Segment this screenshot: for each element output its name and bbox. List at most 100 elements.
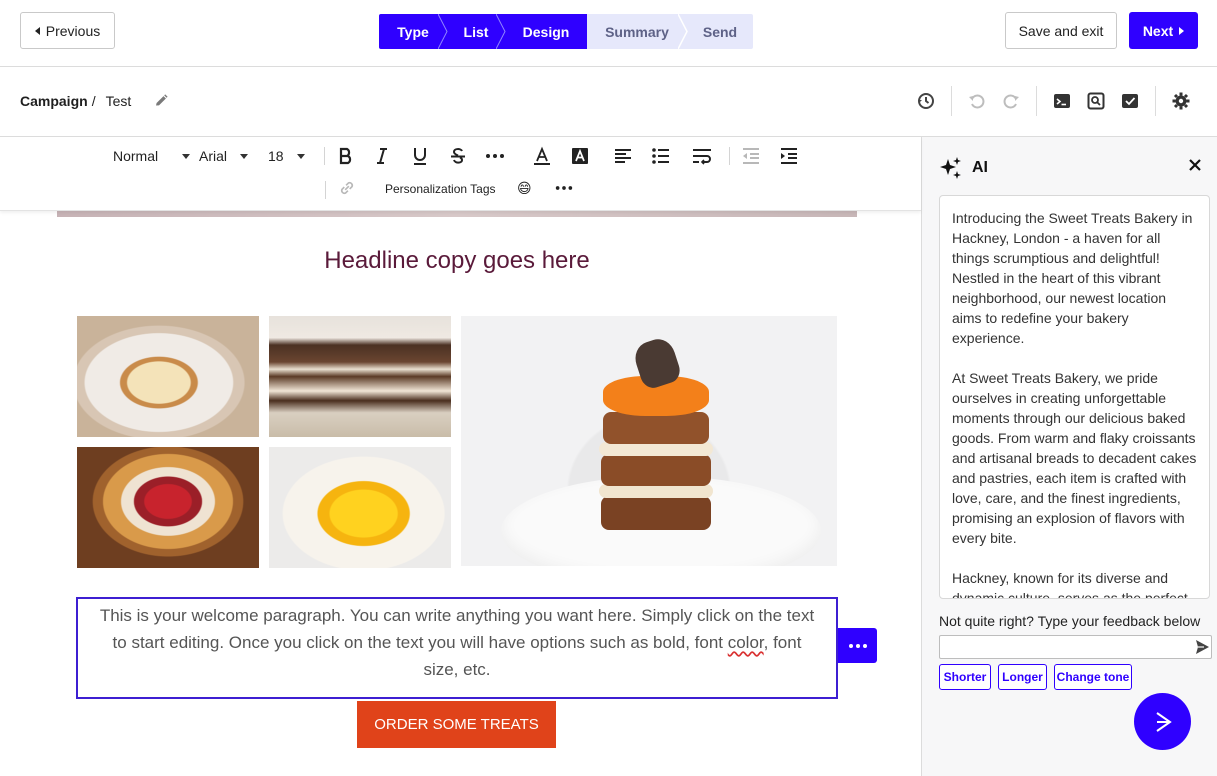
ai-feedback-section: Not quite right? Type your feedback belo…	[922, 600, 1217, 776]
rich-text-toolbar: Normal Arial 18 Personalization Tags 😄	[0, 137, 921, 211]
step-label: Summary	[605, 23, 669, 40]
image-lemon-tart[interactable]	[269, 447, 451, 568]
step-label: Type	[397, 23, 429, 40]
step-label: List	[463, 23, 489, 40]
welcome-paragraph-block[interactable]: This is your welcome paragraph. You can …	[76, 597, 838, 699]
close-icon[interactable]	[1187, 157, 1203, 173]
italic-icon[interactable]	[371, 145, 393, 167]
campaign-header-bar: Campaign / Test	[0, 67, 1217, 137]
chevron-down-icon	[182, 153, 191, 159]
bold-icon[interactable]	[335, 145, 357, 167]
email-headline[interactable]: Headline copy goes here	[57, 247, 857, 275]
misspelled-word: color	[727, 633, 764, 652]
progress-steps: Type List Design Summary Send	[379, 14, 753, 49]
arrow-right-icon	[1155, 711, 1172, 732]
image-pound-cake[interactable]	[77, 316, 259, 437]
step-label: Send	[702, 23, 738, 40]
personalization-tags-button[interactable]: Personalization Tags	[385, 182, 496, 196]
top-navigation-bar: Previous Type List Design Summary Send S…	[0, 0, 1217, 67]
toolbar-divider	[1036, 86, 1037, 116]
underline-icon[interactable]	[409, 145, 431, 167]
indent-icon[interactable]	[778, 145, 800, 167]
image-layer-cake[interactable]	[269, 316, 451, 437]
font-family-select[interactable]: Arial	[199, 148, 249, 164]
ai-panel-title: AI	[972, 159, 988, 176]
toolbar-divider	[325, 181, 326, 199]
cake-layer-shape	[603, 412, 709, 444]
breadcrumb: Campaign / Test	[20, 93, 169, 109]
block-style-select[interactable]: Normal	[113, 148, 191, 164]
block-style-value: Normal	[113, 148, 159, 164]
history-icon[interactable]	[916, 91, 936, 111]
more-options-icon[interactable]	[554, 178, 574, 198]
gear-icon[interactable]	[1171, 91, 1191, 111]
cake-layer-shape	[601, 496, 711, 530]
toolbar-divider	[324, 147, 325, 165]
redo-icon[interactable]	[1001, 91, 1021, 111]
step-separator-icon	[496, 14, 506, 49]
step-type[interactable]: Type	[379, 14, 448, 49]
undo-icon[interactable]	[967, 91, 987, 111]
next-button[interactable]: Next	[1129, 12, 1198, 49]
ai-panel-header: AI	[938, 155, 988, 181]
feedback-label: Not quite right? Type your feedback belo…	[939, 613, 1201, 629]
toolbar-divider	[729, 147, 730, 165]
toolbar-divider	[951, 86, 952, 116]
font-family-value: Arial	[199, 148, 228, 164]
chevron-down-icon	[296, 153, 305, 159]
send-icon[interactable]	[1194, 638, 1210, 656]
previous-button[interactable]: Previous	[20, 12, 115, 49]
ai-assistant-panel: AI Introducing the Sweet Treats Bakery i…	[921, 137, 1217, 776]
bulleted-list-icon[interactable]	[650, 145, 672, 167]
feedback-input[interactable]	[939, 635, 1212, 659]
code-terminal-icon[interactable]	[1052, 91, 1072, 111]
breadcrumb-root[interactable]: Campaign	[20, 93, 88, 109]
image-berry-tart[interactable]	[77, 447, 259, 568]
step-send[interactable]: Send	[687, 14, 753, 49]
previous-button-label: Previous	[45, 22, 101, 39]
image-layered-dessert[interactable]	[461, 316, 837, 566]
toolbar-divider	[1155, 86, 1156, 116]
caret-right-icon	[1179, 26, 1185, 35]
cream-layer-shape	[599, 484, 713, 498]
link-icon[interactable]	[337, 178, 357, 198]
breadcrumb-separator: /	[91, 93, 96, 109]
more-dot-icon	[855, 643, 860, 648]
step-summary[interactable]: Summary	[587, 14, 688, 49]
ai-generated-text[interactable]: Introducing the Sweet Treats Bakery in H…	[939, 195, 1210, 599]
font-size-value: 18	[268, 148, 284, 164]
cake-layer-shape	[601, 454, 711, 486]
outdent-icon[interactable]	[740, 145, 762, 167]
test-email-check-icon[interactable]	[1120, 91, 1140, 111]
ai-generate-button[interactable]	[1134, 693, 1191, 750]
chevron-down-icon	[240, 153, 249, 159]
change-tone-button[interactable]: Change tone	[1054, 664, 1132, 690]
step-design[interactable]: Design	[505, 14, 587, 49]
save-and-exit-button[interactable]: Save and exit	[1005, 12, 1117, 49]
emoji-picker-icon[interactable]: 😄	[517, 180, 532, 197]
highlight-color-icon[interactable]	[569, 145, 591, 167]
ai-paragraph: At Sweet Treats Bakery, we pride ourselv…	[952, 370, 1197, 546]
font-size-select[interactable]: 18	[268, 148, 305, 164]
order-treats-button[interactable]: ORDER SOME TREATS	[357, 701, 556, 748]
line-height-icon[interactable]	[691, 145, 713, 167]
step-label: Design	[522, 23, 570, 40]
ai-paragraph: Hackney, known for its diverse and dynam…	[952, 570, 1188, 599]
text-color-icon[interactable]	[531, 145, 553, 167]
longer-button[interactable]: Longer	[998, 664, 1047, 690]
sparkles-icon	[940, 157, 961, 179]
strikethrough-icon[interactable]	[447, 145, 469, 167]
campaign-name: Test	[105, 93, 132, 109]
cream-layer-shape	[599, 442, 713, 456]
shorter-button[interactable]: Shorter	[939, 664, 991, 690]
welcome-text: This is your welcome paragraph. You can …	[99, 606, 815, 652]
step-separator-icon	[678, 14, 688, 49]
block-more-options-button[interactable]	[838, 628, 877, 663]
align-left-icon[interactable]	[612, 145, 634, 167]
next-button-label: Next	[1142, 22, 1174, 39]
more-formatting-icon[interactable]	[484, 145, 506, 167]
step-separator-icon	[578, 14, 587, 49]
more-dot-icon	[848, 643, 853, 648]
preview-search-icon[interactable]	[1086, 91, 1106, 111]
pencil-icon[interactable]	[153, 93, 169, 109]
